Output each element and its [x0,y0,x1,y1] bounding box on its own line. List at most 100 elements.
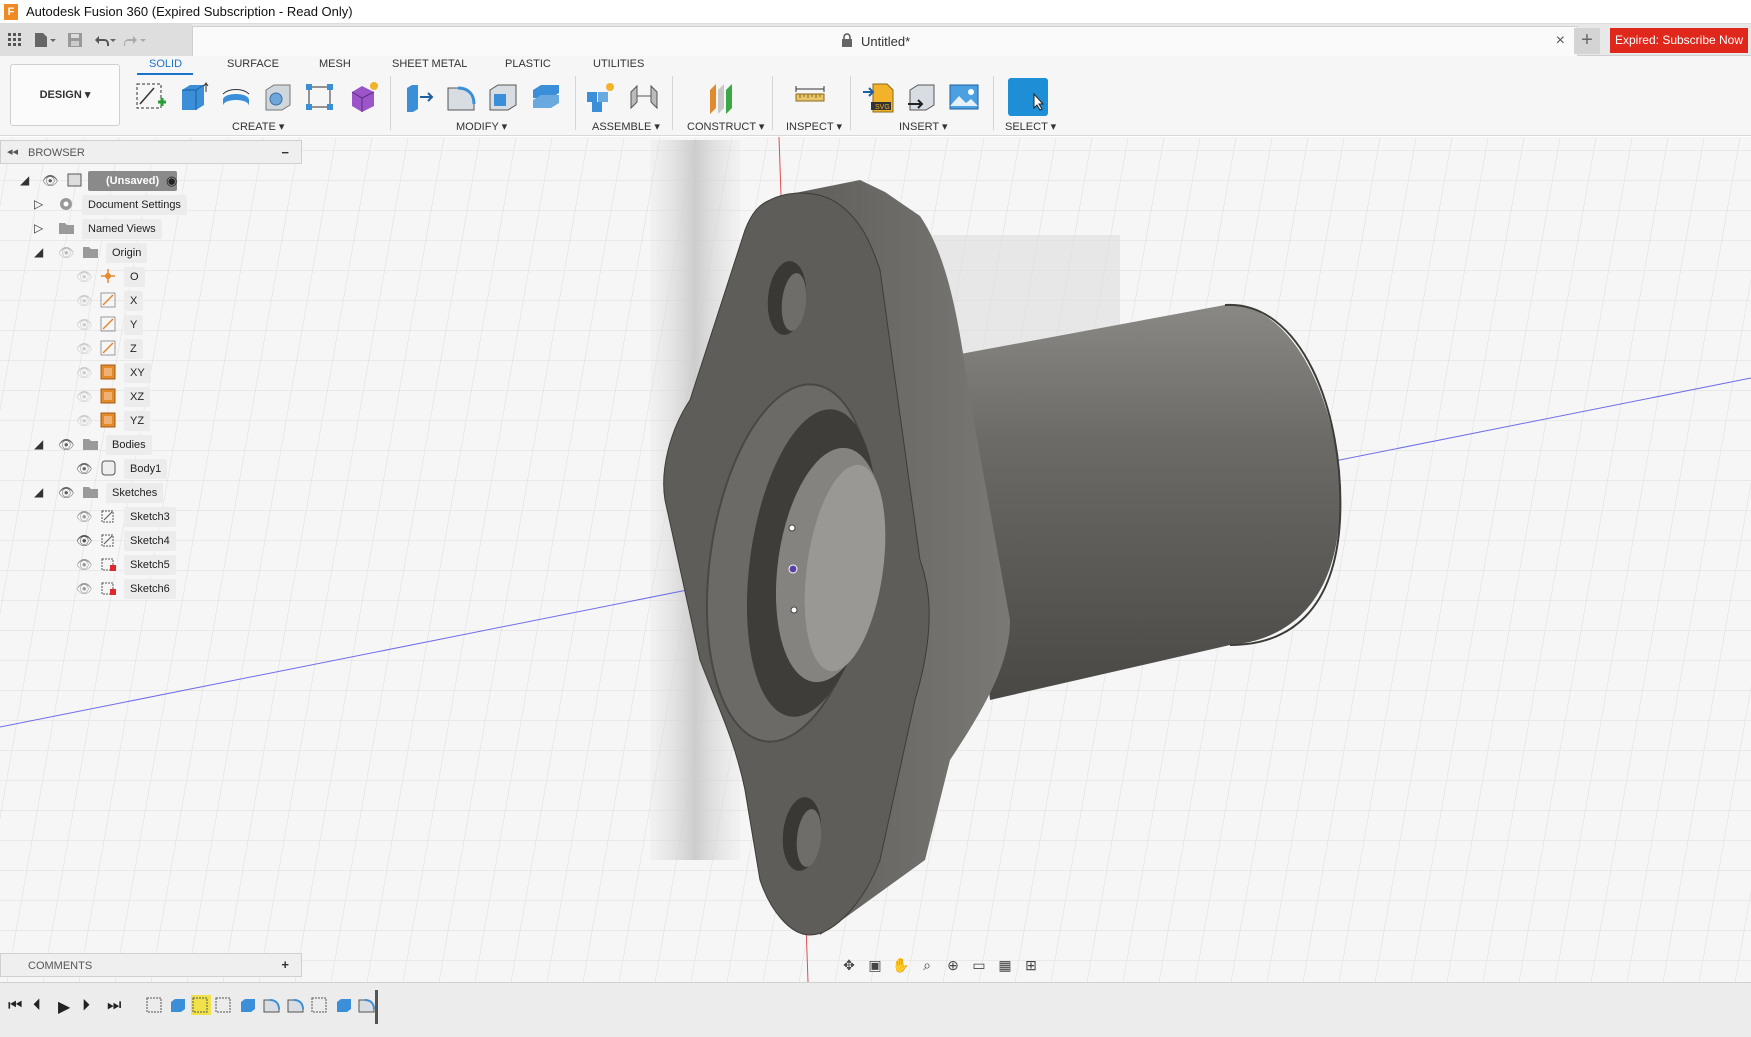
offset-plane-icon[interactable] [704,80,738,114]
inspect-group-label[interactable]: INSPECT ▾ [786,120,842,133]
tree-node-sketch4[interactable]: 👁 Sketch4 [76,530,256,552]
create-sketch-icon[interactable] [134,80,168,114]
tree-node-sketches[interactable]: ◢ 👁 Sketches [34,482,234,504]
look-at-icon[interactable]: ▣ [864,954,886,976]
tab-sheet-metal[interactable]: SHEET METAL [392,58,467,70]
timeline-sketch-icon[interactable] [214,995,234,1015]
tree-node-sketch3[interactable]: 👁 Sketch3 [76,506,256,528]
sketch-point[interactable] [788,524,796,532]
expanded-triangle-icon[interactable]: ◢ [34,437,43,451]
visibility-eye-icon[interactable]: 👁 [42,173,59,189]
tree-node-xy-plane[interactable]: 👁 XY [76,362,256,384]
tree-node-root[interactable]: ◢ 👁 (Unsaved) ◉ [20,170,220,192]
activate-radio-icon[interactable]: ◉ [166,173,177,189]
visibility-eye-icon[interactable]: 👁 [58,437,75,453]
grid-settings-icon[interactable]: ▦ [994,954,1016,976]
sketch-point[interactable] [790,606,798,614]
hidden-eye-icon[interactable]: 👁 [76,269,93,285]
timeline-sketch-icon[interactable] [310,995,330,1015]
tab-plastic[interactable]: PLASTIC [505,58,551,70]
tree-node-sketch5[interactable]: 👁 Sketch5 [76,554,256,576]
rectangular-pattern-icon[interactable] [303,80,337,114]
collapsed-triangle-icon[interactable]: ▷ [34,221,43,235]
timeline-fillet-icon[interactable] [357,995,377,1015]
model-scene[interactable] [0,137,1751,982]
tree-node-xz-plane[interactable]: 👁 XZ [76,386,256,408]
tree-node-origin-point[interactable]: 👁 O [76,266,256,288]
undo-icon[interactable] [90,24,120,56]
viewports-icon[interactable]: ⊞ [1020,954,1042,976]
expanded-triangle-icon[interactable]: ◢ [34,485,43,499]
tree-node-body1[interactable]: 👁 Body1 [76,458,256,480]
canvas-viewport[interactable] [0,137,1751,982]
tree-node-y-axis[interactable]: 👁 Y [76,314,256,336]
select-group-label[interactable]: SELECT ▾ [1005,120,1056,133]
collapse-panel-icon[interactable]: ◂◂ [7,145,18,158]
visibility-eye-icon[interactable]: 👁 [76,533,93,549]
expanded-triangle-icon[interactable]: ◢ [20,173,29,187]
new-tab-button[interactable]: + [1574,28,1600,54]
zoom-icon[interactable]: ⌕ [916,954,938,976]
press-pull-icon[interactable] [401,80,435,114]
hidden-eye-icon[interactable]: 👁 [76,317,93,333]
timeline-extrude-icon[interactable] [168,995,188,1015]
browser-panel-header[interactable]: ◂◂ BROWSER − [0,140,302,164]
joint-icon[interactable] [627,80,661,114]
tab-surface[interactable]: SURFACE [227,58,279,70]
timeline-fillet-icon[interactable] [286,995,306,1015]
save-icon[interactable] [60,24,90,56]
tree-node-document-settings[interactable]: ▷ Document Settings [34,194,234,216]
pan-hand-icon[interactable]: ✋ [890,954,912,976]
fit-icon[interactable]: ⊕ [942,954,964,976]
step-forward-icon[interactable]: ⏵ [82,997,90,1015]
timeline-extrude-icon[interactable] [334,995,354,1015]
collapsed-triangle-icon[interactable]: ▷ [34,197,43,211]
insert-derive-icon[interactable] [904,80,938,114]
tree-node-x-axis[interactable]: 👁 X [76,290,256,312]
tree-node-named-views[interactable]: ▷ Named Views [34,218,234,240]
insert-group-label[interactable]: INSERT ▾ [899,120,948,133]
document-tab[interactable]: Untitled* × [192,26,1578,56]
workspace-switcher-button[interactable]: DESIGN ▾ [10,64,120,126]
hidden-eye-icon[interactable]: 👁 [76,341,93,357]
tab-mesh[interactable]: MESH [319,58,351,70]
go-to-start-icon[interactable]: ⏮ [8,997,22,1015]
insert-canvas-icon[interactable] [947,80,981,114]
subscribe-now-button[interactable]: Expired: Subscribe Now [1610,28,1748,53]
visibility-eye-icon[interactable]: 👁 [76,461,93,477]
visibility-eye-icon[interactable]: 👁 [58,485,75,501]
display-settings-icon[interactable]: ▭ [968,954,990,976]
tree-node-z-axis[interactable]: 👁 Z [76,338,256,360]
hole-icon[interactable] [261,80,295,114]
timeline-extrude-icon[interactable] [238,995,258,1015]
minimize-browser-icon[interactable]: − [281,145,289,160]
tree-node-sketch6[interactable]: 👁 Sketch6 [76,578,256,600]
shell-icon[interactable] [486,80,520,114]
add-comment-icon[interactable]: + [281,957,289,972]
create-group-label[interactable]: CREATE ▾ [232,120,284,133]
hidden-eye-icon[interactable]: 👁 [58,245,75,261]
comments-panel-header[interactable]: COMMENTS + [0,953,302,977]
hidden-eye-icon[interactable]: 👁 [76,413,93,429]
data-panel-grid-icon[interactable] [0,24,30,56]
file-menu-icon[interactable] [30,24,60,56]
timeline-fillet-icon[interactable] [262,995,282,1015]
redo-icon[interactable] [120,24,150,56]
hidden-eye-icon[interactable]: 👁 [76,293,93,309]
hidden-eye-icon[interactable]: 👁 [76,557,93,573]
close-tab-icon[interactable]: × [1556,32,1565,50]
hidden-eye-icon[interactable]: 👁 [76,365,93,381]
origin-point[interactable] [788,564,798,574]
tree-node-origin[interactable]: ◢ 👁 Origin [34,242,234,264]
timeline-sketch-icon[interactable] [191,995,211,1015]
measure-icon[interactable] [793,80,827,114]
construct-group-label[interactable]: CONSTRUCT ▾ [687,120,764,133]
timeline-sketch-icon[interactable] [145,995,165,1015]
fillet-icon[interactable] [444,80,478,114]
create-form-icon[interactable] [346,80,380,114]
hidden-eye-icon[interactable]: 👁 [76,509,93,525]
insert-mcmaster-svg-icon[interactable]: SVG [861,80,895,114]
new-component-icon[interactable] [584,80,618,114]
hidden-eye-icon[interactable]: 👁 [76,389,93,405]
combine-icon[interactable] [529,80,563,114]
